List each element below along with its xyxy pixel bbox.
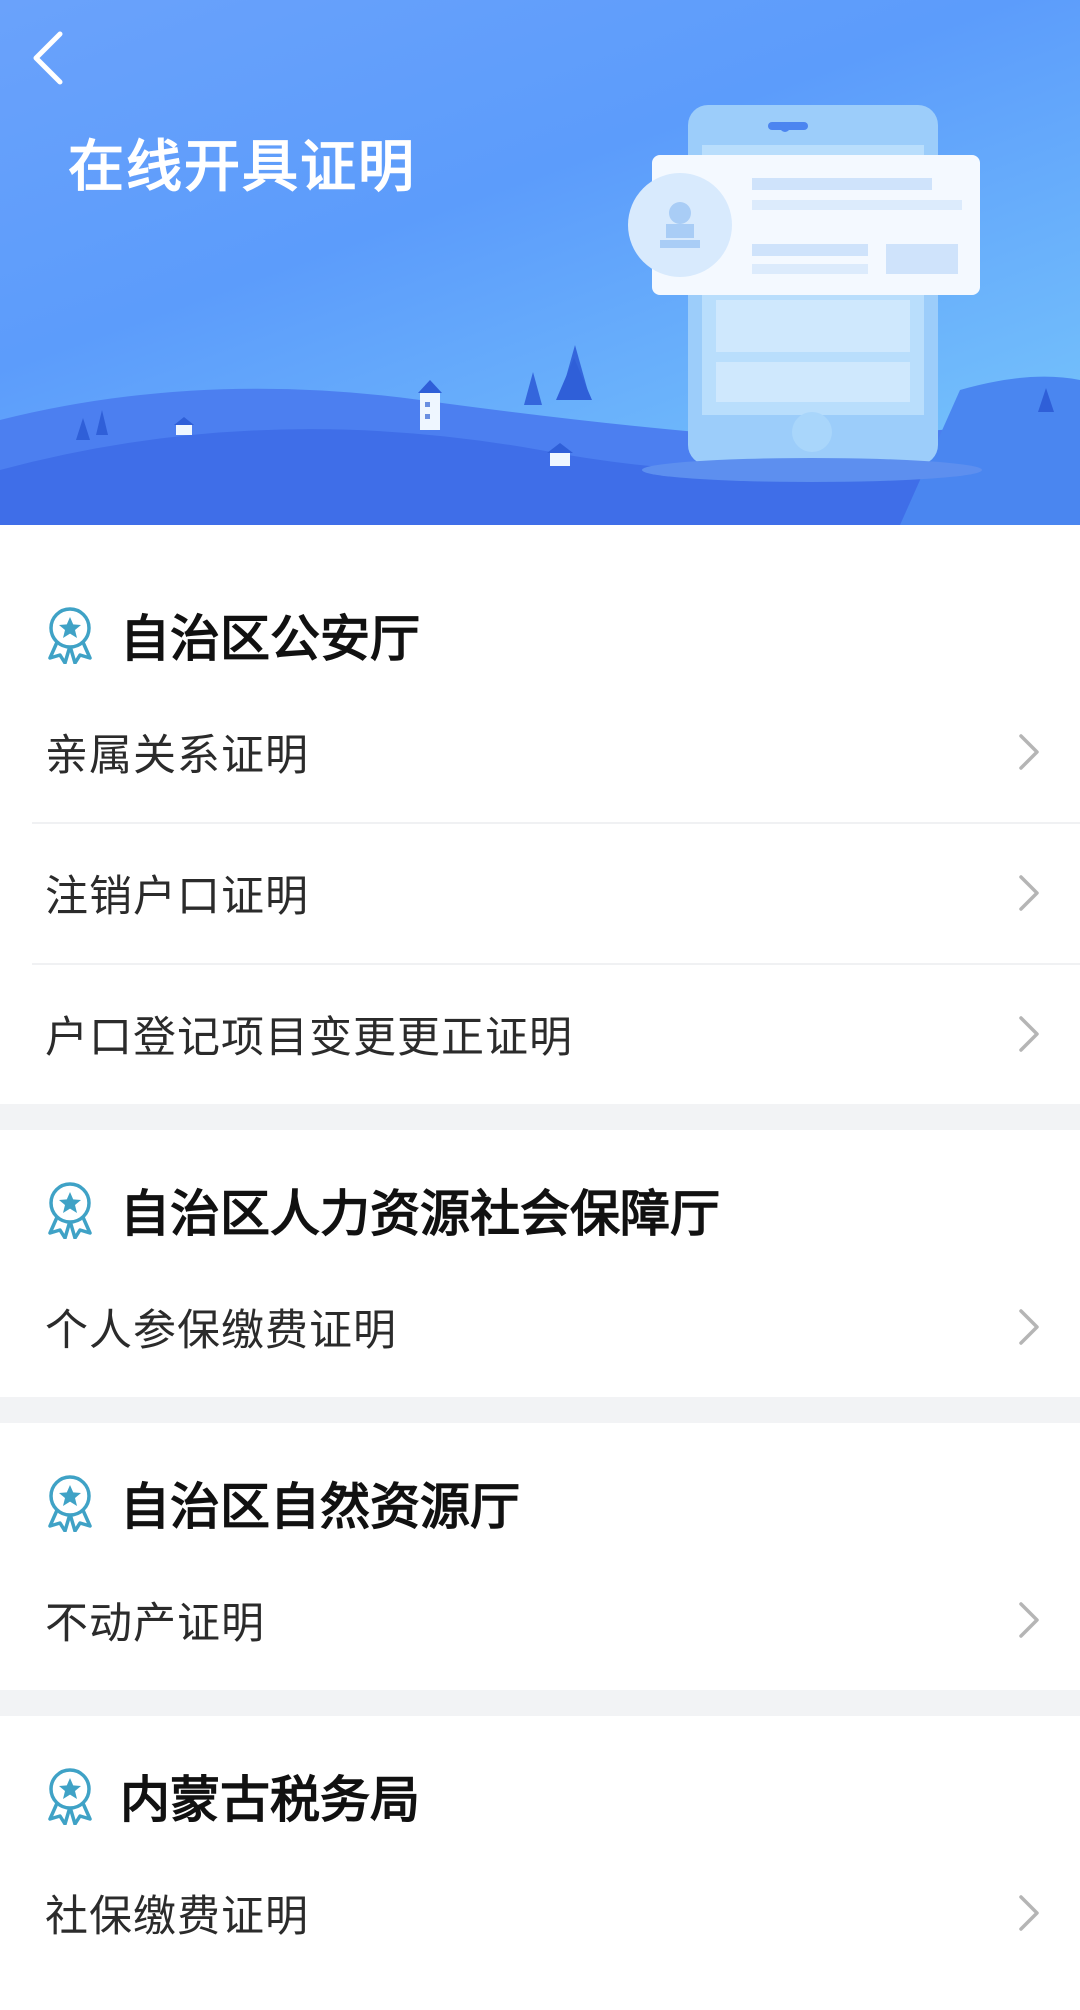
chevron-right-icon (1019, 1015, 1039, 1052)
section-human-resources: 自治区人力资源社会保障厅 个人参保缴费证明 (0, 1130, 1080, 1397)
list-item-real-estate-certificate[interactable]: 不动产证明 (0, 1549, 1080, 1690)
list-item-household-cancellation-certificate[interactable]: 注销户口证明 (0, 822, 1080, 963)
list-item-insurance-payment-certificate[interactable]: 个人参保缴费证明 (0, 1256, 1080, 1397)
medal-icon (44, 1473, 96, 1533)
item-label: 个人参保缴费证明 (45, 1305, 397, 1356)
list-item-social-insurance-payment-certificate[interactable]: 社保缴费证明 (0, 1842, 1080, 1983)
section-title: 自治区公安厅 (120, 610, 420, 668)
section-header: 自治区公安厅 (0, 589, 1080, 681)
item-label: 注销户口证明 (45, 871, 309, 922)
section-title: 自治区人力资源社会保障厅 (120, 1185, 720, 1243)
item-label: 社保缴费证明 (45, 1891, 309, 1942)
section-natural-resources: 自治区自然资源厅 不动产证明 (0, 1423, 1080, 1690)
chevron-right-icon (1019, 1601, 1039, 1638)
item-label: 户口登记项目变更更正证明 (45, 1012, 573, 1063)
list-item-household-change-certificate[interactable]: 户口登记项目变更更正证明 (0, 963, 1080, 1104)
chevron-right-icon (1019, 1894, 1039, 1931)
medal-icon (44, 605, 96, 665)
chevron-right-icon (1019, 874, 1039, 911)
medal-icon (44, 1180, 96, 1240)
medal-icon (44, 1766, 96, 1826)
item-label: 不动产证明 (45, 1598, 265, 1649)
page-title: 在线开具证明 (68, 135, 416, 200)
section-header: 自治区自然资源厅 (0, 1457, 1080, 1549)
chevron-right-icon (1019, 1308, 1039, 1345)
chevron-left-icon (33, 31, 63, 85)
header-banner: 在线开具证明 (0, 0, 1080, 525)
section-header: 自治区人力资源社会保障厅 (0, 1164, 1080, 1256)
banner-illustration (0, 105, 1080, 525)
section-title: 内蒙古税务局 (120, 1771, 420, 1829)
chevron-right-icon (1019, 733, 1039, 770)
section-tax-bureau: 内蒙古税务局 社保缴费证明 (0, 1716, 1080, 2010)
section-header: 内蒙古税务局 (0, 1750, 1080, 1842)
section-public-security: 自治区公安厅 亲属关系证明 注销户口证明 户口登记项目变更更正证明 (0, 525, 1080, 1104)
item-label: 亲属关系证明 (45, 730, 309, 781)
list-item-kinship-certificate[interactable]: 亲属关系证明 (0, 681, 1080, 822)
section-title: 自治区自然资源厅 (120, 1478, 520, 1536)
back-button[interactable] (30, 30, 100, 100)
